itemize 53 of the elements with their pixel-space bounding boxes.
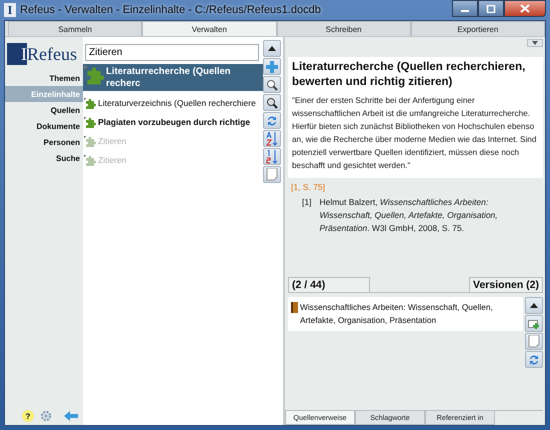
refresh-button[interactable]: [263, 112, 281, 129]
minimize-button[interactable]: [452, 0, 478, 17]
scroll-up-button[interactable]: [525, 297, 543, 314]
tab[interactable]: Sammeln: [8, 21, 142, 36]
back-arrow-icon[interactable]: [64, 411, 78, 421]
add-window-icon: [528, 318, 540, 330]
sidebar-item[interactable]: Dokumente: [5, 118, 83, 134]
puzzle-icon: [84, 136, 96, 148]
sort-numeric-icon[interactable]: [263, 148, 281, 165]
sort-alpha-icon[interactable]: [263, 130, 281, 147]
list-item[interactable]: Literaturrecherche (Quellen recherc: [83, 64, 263, 91]
maximize-icon: [486, 4, 496, 12]
note-icon[interactable]: [263, 166, 281, 183]
close-icon: [520, 4, 530, 13]
puzzle-icon: [84, 66, 104, 86]
maximize-button[interactable]: [478, 0, 504, 17]
note-icon[interactable]: [525, 333, 543, 350]
search-field[interactable]: Zitieren: [85, 44, 259, 61]
scroll-up-button[interactable]: [263, 40, 281, 57]
puzzle-icon: [84, 116, 96, 128]
tab[interactable]: Verwalten: [142, 21, 276, 36]
sidebar-item[interactable]: Personen: [5, 134, 83, 150]
caret-down-icon: [532, 41, 538, 45]
citation-text: Helmut Balzert, Wissenschaftliches Arbeiten: Wissenschaft, Quellen, Artefakte, Organisation, Präsentation. W3l GmbH, 2008, S. 75.: [319, 196, 499, 235]
close-button[interactable]: [504, 0, 546, 17]
list-item[interactable]: Literaturverzeichnis (Quellen recherchiere: [83, 94, 263, 113]
content-title: Literaturrecherche (Quellen recherchieren, bewerten und richtig zitieren): [292, 60, 526, 90]
puzzle-icon: [84, 98, 96, 110]
zoom-in-button[interactable]: [263, 76, 281, 93]
app-icon: I: [4, 3, 16, 17]
refresh-icon: [528, 354, 540, 366]
dropdown-button[interactable]: [527, 39, 543, 47]
quote-text: "Einer der ersten Schritte bei der Anfertigung einer wissenschaftlichen Arbeit ist die umfangreiche Literaturrecherche. Hierfür bieten sich zunächst Bibliotheken von Hochschulen ebenso an, wie die Recherche über moderne Medien wie das Internet. Sind potenziell verwertbare Quellen identifiziert, müssen diese noch beschafft und gesichtet werden.": [292, 95, 538, 172]
versions-tab[interactable]: Versionen (2): [469, 277, 543, 292]
position-counter: (2 / 44): [288, 277, 370, 292]
refresh-icon: [266, 114, 278, 126]
sidebar-item[interactable]: Themen: [5, 70, 83, 86]
sidebar-item[interactable]: Quellen: [5, 102, 83, 118]
citation-number: [1]: [302, 196, 312, 209]
help-button[interactable]: ?: [22, 410, 34, 422]
caret-up-icon: [268, 46, 276, 51]
logo: IRefeus: [7, 43, 77, 65]
list-item[interactable]: Plagiaten vorzubeugen durch richtige: [83, 113, 263, 132]
tab[interactable]: Schreiben: [276, 21, 411, 36]
zoom-out-button[interactable]: [263, 94, 281, 111]
caret-up-icon: [530, 303, 538, 308]
tab[interactable]: Exportieren: [410, 21, 545, 36]
sidebar-item[interactable]: Suche: [5, 150, 83, 166]
citation-reference: [1, S. 75]: [291, 182, 326, 192]
puzzle-icon: [84, 154, 96, 166]
book-icon: [291, 302, 298, 313]
refresh-button[interactable]: [525, 351, 543, 368]
window-title: Refeus - Verwalten - Einzelinhalte - C:/Refeus/Refeus1.docdb: [20, 4, 322, 16]
